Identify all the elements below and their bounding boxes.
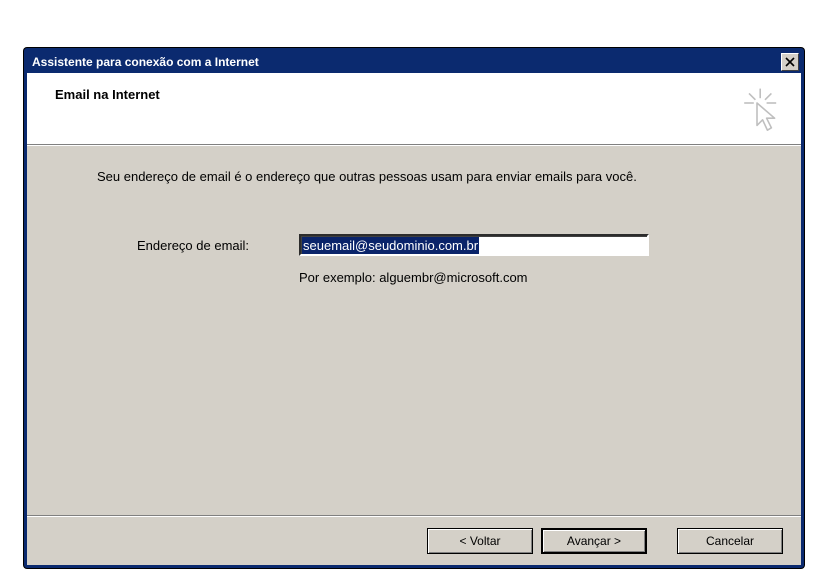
- wizard-body: Seu endereço de email é o endereço que o…: [27, 145, 801, 515]
- wizard-header: Email na Internet: [27, 73, 801, 145]
- cursor-sparkle-icon: [733, 87, 781, 138]
- email-row: Endereço de email: seuemail@seudominio.c…: [137, 234, 741, 256]
- cancel-button[interactable]: Cancelar: [677, 528, 783, 554]
- email-field[interactable]: seuemail@seudominio.com.br: [299, 234, 649, 256]
- titlebar: Assistente para conexão com a Internet: [27, 51, 801, 73]
- window-title: Assistente para conexão com a Internet: [32, 55, 259, 69]
- email-value-selected: seuemail@seudominio.com.br: [302, 237, 479, 254]
- email-label: Endereço de email:: [137, 238, 287, 253]
- wizard-window: Assistente para conexão com a Internet E…: [24, 48, 804, 568]
- page-title: Email na Internet: [55, 87, 160, 102]
- next-button[interactable]: Avançar >: [541, 528, 647, 554]
- wizard-footer: < Voltar Avançar > Cancelar: [27, 517, 801, 565]
- close-button[interactable]: [781, 53, 799, 71]
- description-text: Seu endereço de email é o endereço que o…: [97, 168, 741, 186]
- example-text: Por exemplo: alguembr@microsoft.com: [299, 270, 741, 285]
- close-icon: [785, 57, 795, 67]
- back-button[interactable]: < Voltar: [427, 528, 533, 554]
